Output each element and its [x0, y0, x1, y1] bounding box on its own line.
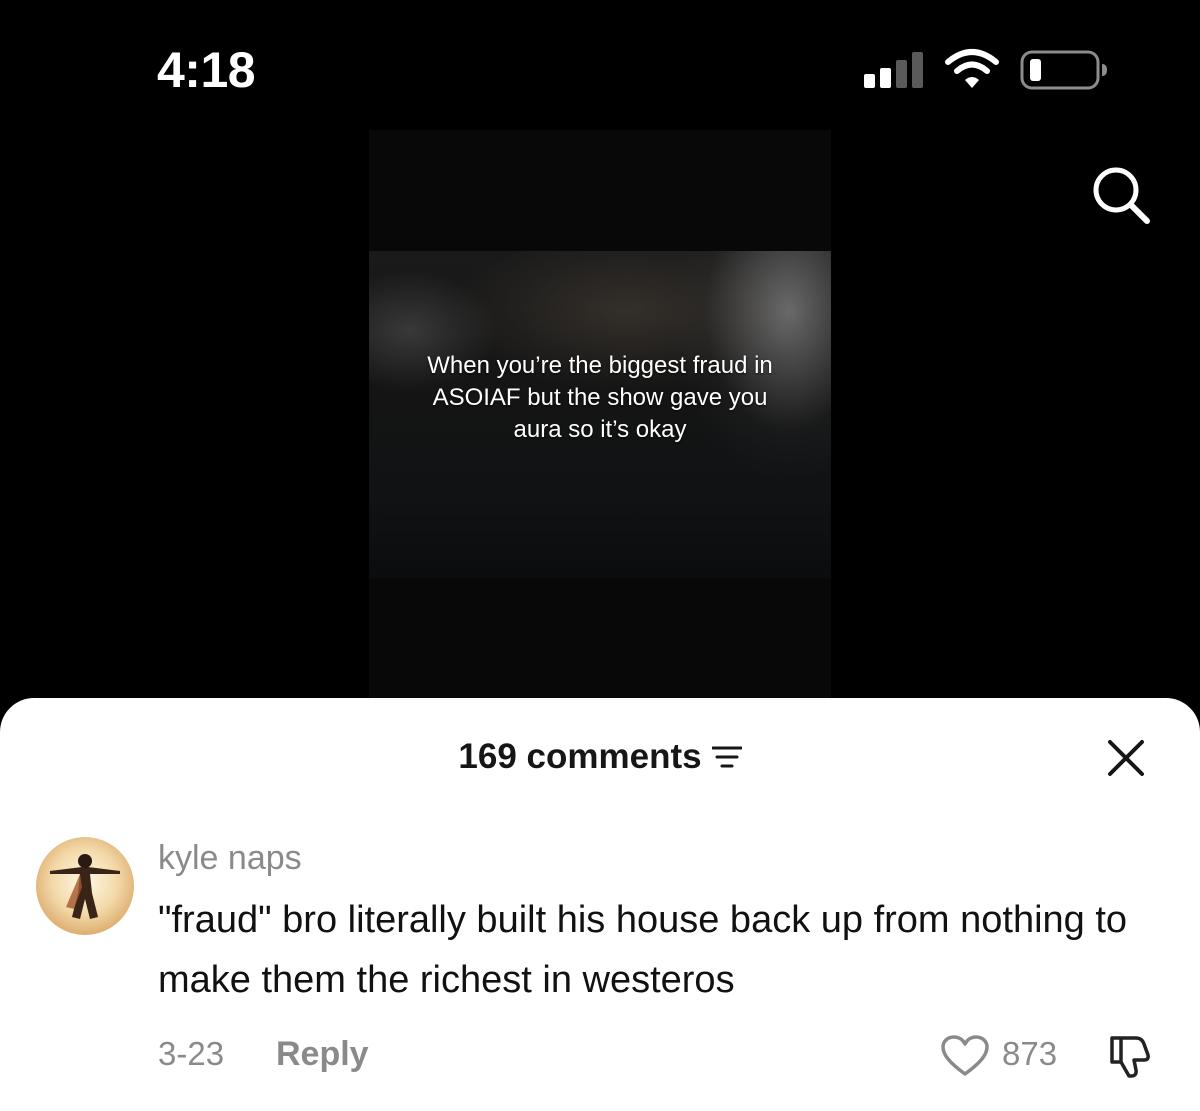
comment-date: 3-23	[158, 1035, 225, 1072]
avatar[interactable]	[36, 837, 134, 935]
battery-icon	[1020, 50, 1107, 90]
screen: 4:18 When you’re the biggest fraud in AS…	[0, 0, 1200, 1111]
video-player[interactable]: When you’re the biggest fraud in ASOIAF …	[369, 130, 831, 700]
search-icon[interactable]	[1088, 162, 1154, 228]
video-caption: When you’re the biggest fraud in ASOIAF …	[427, 352, 773, 443]
signal-icon	[864, 48, 926, 88]
heart-icon	[941, 1035, 989, 1076]
reply-button[interactable]: Reply	[276, 1032, 369, 1076]
avatar-figure-icon	[50, 854, 120, 919]
comments-count: 169 comments	[458, 737, 702, 776]
filter-icon[interactable]	[711, 745, 742, 769]
comment-text: "fraud" bro literally built his house ba…	[158, 899, 1128, 1001]
like-count: 873	[1002, 1035, 1058, 1072]
comments-sheet: 169 comments kyle naps "fraud" bro liter…	[0, 698, 1200, 1111]
comment-author[interactable]: kyle naps	[158, 838, 302, 878]
close-icon[interactable]	[1104, 736, 1148, 780]
status-time: 4:18	[157, 42, 256, 98]
comments-header: 169 comments	[0, 734, 1200, 780]
thumbs-down-icon[interactable]	[1106, 1033, 1154, 1079]
wifi-icon	[945, 49, 999, 88]
